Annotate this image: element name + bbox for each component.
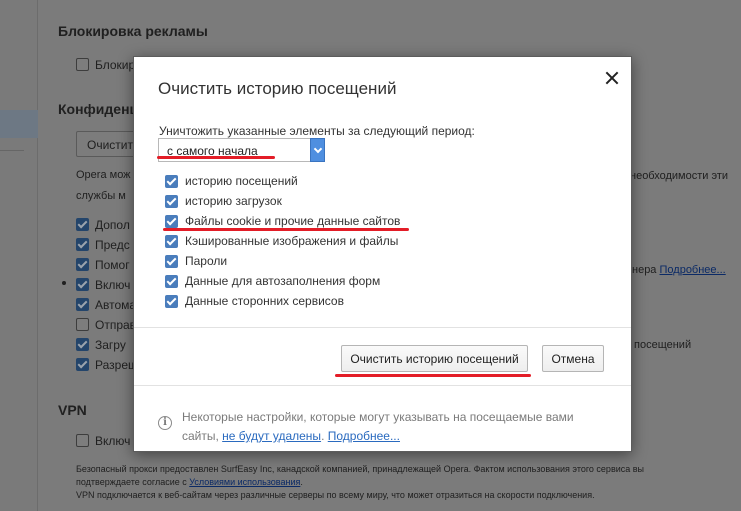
privacy-option-7-label: Загру — [95, 338, 126, 352]
clear-item-label: Файлы cookie и прочие данные сайтов — [185, 214, 401, 228]
clear-history-bg-button[interactable]: Очистит — [76, 131, 138, 157]
checkbox[interactable] — [165, 294, 178, 308]
privacy-option-6-checkbox[interactable] — [76, 318, 89, 331]
privacy-option-1-label: Допол — [95, 218, 130, 232]
vpn-footer-line3: VPN подключается к веб-сайтам через разл… — [76, 490, 595, 500]
privacy-option-4-label: Включ — [95, 278, 131, 292]
close-icon[interactable] — [604, 70, 620, 86]
not-deleted-link[interactable]: не будут удалены — [222, 429, 321, 443]
opera-description-right: необходимости эти — [630, 170, 729, 182]
clear-item-passwords[interactable]: Пароли — [165, 251, 400, 271]
chevron-down-icon[interactable] — [310, 138, 325, 162]
dialog-divider — [134, 385, 631, 386]
clear-item-downloads[interactable]: историю загрузок — [165, 191, 400, 211]
privacy-title: Конфиденц — [58, 101, 139, 117]
annotation-underline — [157, 156, 275, 159]
privacy-option-1-checkbox[interactable] — [76, 218, 89, 231]
clear-item-label: историю загрузок — [185, 194, 282, 208]
checkbox[interactable] — [165, 174, 178, 188]
privacy-option-3-label: Помог — [95, 258, 130, 272]
privacy-option-8-checkbox[interactable] — [76, 358, 89, 371]
terms-of-use-link[interactable]: Условиями использования — [189, 477, 300, 487]
clear-item-third-party[interactable]: Данные сторонних сервисов — [165, 291, 400, 311]
clear-item-cache[interactable]: Кэшированные изображения и файлы — [165, 231, 400, 251]
annotation-underline — [335, 374, 531, 377]
vpn-enable-checkbox[interactable] — [76, 434, 89, 447]
checkbox[interactable] — [165, 274, 178, 288]
right-text-2: посещений — [634, 339, 692, 351]
clear-item-autofill[interactable]: Данные для автозаполнения форм — [165, 271, 400, 291]
vpn-enable-label: Включ — [95, 434, 131, 448]
privacy-option-2-label: Предс — [95, 238, 130, 252]
clear-item-history[interactable]: историю посещений — [165, 171, 400, 191]
cancel-button[interactable]: Отмена — [542, 345, 604, 372]
info-text: Некоторые настройки, которые могут указы… — [182, 410, 574, 443]
privacy-option-4-checkbox[interactable] — [76, 278, 89, 291]
more-info-link[interactable]: Подробнее... — [660, 264, 726, 276]
privacy-option-3-checkbox[interactable] — [76, 258, 89, 271]
ad-block-title: Блокировка рекламы — [58, 23, 208, 39]
clear-history-button[interactable]: Очистить историю посещений — [341, 345, 528, 372]
clear-items-list: историю посещений историю загрузок Файлы… — [165, 171, 400, 311]
vpn-title: VPN — [58, 402, 87, 418]
privacy-option-6-label: Отправ — [95, 318, 137, 332]
annotation-underline — [163, 228, 409, 231]
clear-history-dialog: Очистить историю посещений Уничтожить ук… — [133, 56, 632, 452]
privacy-option-8-label: Разреш — [95, 358, 138, 372]
clear-item-label: Данные для автозаполнения форм — [185, 274, 381, 288]
sidebar-divider — [0, 150, 24, 151]
bullet-dot — [62, 281, 66, 285]
sidebar-selected-item[interactable] — [0, 110, 38, 138]
dialog-title: Очистить историю посещений — [158, 79, 397, 98]
opera-description-line1: Opera мож — [76, 169, 131, 181]
checkbox[interactable] — [165, 234, 178, 248]
right-text-1: нера Подробнее... — [632, 264, 726, 276]
period-label: Уничтожить указанные элементы за следующ… — [159, 124, 475, 138]
vpn-footer-line2: подтверждаете согласие с Условиями испол… — [76, 477, 303, 487]
vpn-footer-line1: Безопасный прокси предоставлен SurfEasy … — [76, 464, 645, 474]
checkbox[interactable] — [165, 194, 178, 208]
checkbox[interactable] — [165, 254, 178, 268]
privacy-option-7-checkbox[interactable] — [76, 338, 89, 351]
checkbox[interactable] — [165, 214, 178, 228]
privacy-option-5-label: Автома — [95, 298, 137, 312]
info-icon: i — [158, 416, 172, 430]
ad-block-checkbox-label: Блокир — [95, 58, 136, 72]
learn-more-link[interactable]: Подробнее... — [328, 429, 400, 443]
privacy-option-5-checkbox[interactable] — [76, 298, 89, 311]
dialog-divider — [134, 327, 631, 328]
opera-description-line2: службы м — [76, 190, 126, 202]
clear-item-label: Кэшированные изображения и файлы — [185, 234, 399, 248]
ad-block-checkbox[interactable] — [76, 58, 89, 71]
privacy-option-2-checkbox[interactable] — [76, 238, 89, 251]
settings-sidebar — [0, 0, 38, 511]
clear-item-label: Данные сторонних сервисов — [185, 294, 344, 308]
clear-item-label: Пароли — [185, 254, 228, 268]
clear-item-label: историю посещений — [185, 174, 298, 188]
